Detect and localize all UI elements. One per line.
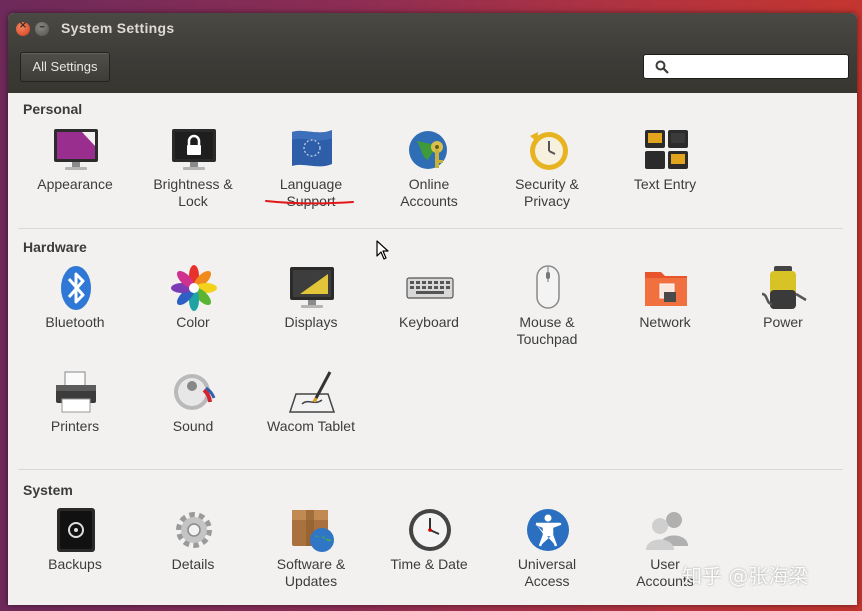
item-text-entry[interactable]: Text Entry [606, 126, 724, 221]
item-displays[interactable]: Displays [252, 264, 370, 359]
item-color[interactable]: Color [134, 264, 252, 359]
item-printers[interactable]: Printers [16, 368, 134, 463]
section-title-hardware: Hardware [23, 239, 87, 255]
item-label: Software & Updates [276, 556, 346, 589]
item-label: Backups [48, 556, 102, 572]
displays-icon [290, 267, 334, 308]
item-universal-access[interactable]: Universal Access [488, 506, 606, 601]
clock-icon [409, 509, 451, 551]
online-accounts-icon [409, 131, 447, 169]
section-divider [18, 469, 843, 470]
bluetooth-icon [61, 266, 91, 310]
users-icon [646, 512, 688, 550]
close-icon: × [18, 20, 28, 31]
all-settings-button[interactable]: All Settings [20, 52, 110, 82]
printer-icon [56, 371, 96, 413]
item-label: Security & Privacy [515, 176, 579, 209]
item-label: Brightness & Lock [153, 176, 233, 209]
mouse-cursor-icon [376, 240, 389, 260]
gear-icon [176, 512, 212, 548]
item-label: Universal Access [517, 556, 577, 589]
item-label: Power [763, 314, 803, 330]
settings-window: × – System Settings All Settings Persona… [8, 13, 857, 605]
item-label: Text Entry [633, 176, 697, 192]
item-sound[interactable]: Sound [134, 368, 252, 463]
security-clock-icon [530, 132, 568, 170]
item-label: Online Accounts [400, 176, 458, 209]
item-label: Sound [172, 418, 214, 434]
minimize-button[interactable]: – [35, 19, 49, 36]
search-icon [655, 60, 669, 74]
minimize-icon: – [39, 19, 45, 33]
appearance-icon [54, 129, 98, 170]
item-label: Bluetooth [45, 314, 105, 330]
item-label: Appearance [37, 176, 113, 192]
item-label: Network [639, 314, 691, 330]
backups-safe-icon [57, 508, 95, 552]
section-divider [18, 228, 843, 229]
item-label: Time & Date [390, 556, 468, 572]
settings-grid: Personal Appearance Brightness & Lock Lan… [8, 93, 857, 605]
language-flag-icon [292, 130, 332, 167]
title-bar: × – System Settings All Settings [8, 13, 857, 93]
mouse-icon [536, 265, 560, 309]
window-title: System Settings [61, 20, 175, 36]
search-field[interactable] [643, 54, 849, 79]
item-time-date[interactable]: Time & Date [370, 506, 488, 601]
section-title-personal: Personal [23, 101, 83, 117]
item-software-updates[interactable]: Software & Updates [252, 506, 370, 601]
section-title-system: System [23, 482, 73, 498]
item-details[interactable]: Details [134, 506, 252, 601]
item-label: Details [171, 556, 215, 572]
watermark-text: 知乎 @张海梁 [682, 564, 809, 588]
color-icon [171, 265, 217, 311]
item-backups[interactable]: Backups [16, 506, 134, 601]
accessibility-icon [527, 509, 569, 551]
item-power[interactable]: Power [724, 264, 842, 359]
power-battery-icon [761, 266, 807, 309]
sound-icon [174, 374, 216, 410]
item-label: Printers [50, 418, 100, 434]
close-button[interactable]: × [16, 20, 30, 36]
item-label: Wacom Tablet [267, 418, 355, 434]
item-label: Color [176, 314, 210, 330]
item-label: Mouse & Touchpad [516, 314, 578, 347]
text-entry-icon [645, 130, 688, 169]
software-package-icon [292, 510, 334, 552]
keyboard-icon [406, 277, 454, 299]
item-appearance[interactable]: Appearance [16, 126, 134, 221]
network-icon [645, 272, 687, 306]
item-wacom-tablet[interactable]: Wacom Tablet [252, 368, 370, 463]
item-security-privacy[interactable]: Security & Privacy [488, 126, 606, 221]
wacom-tablet-icon [288, 371, 336, 413]
item-label: Displays [284, 314, 338, 330]
item-keyboard[interactable]: Keyboard [370, 264, 488, 359]
red-underline-annotation [265, 200, 354, 205]
search-input[interactable] [674, 57, 848, 77]
item-bluetooth[interactable]: Bluetooth [16, 264, 134, 359]
lock-icon [172, 129, 216, 170]
item-mouse-touchpad[interactable]: Mouse & Touchpad [488, 264, 606, 359]
item-brightness-lock[interactable]: Brightness & Lock [134, 126, 252, 221]
item-network[interactable]: Network [606, 264, 724, 359]
item-label: Keyboard [399, 314, 459, 330]
item-online-accounts[interactable]: Online Accounts [370, 126, 488, 221]
